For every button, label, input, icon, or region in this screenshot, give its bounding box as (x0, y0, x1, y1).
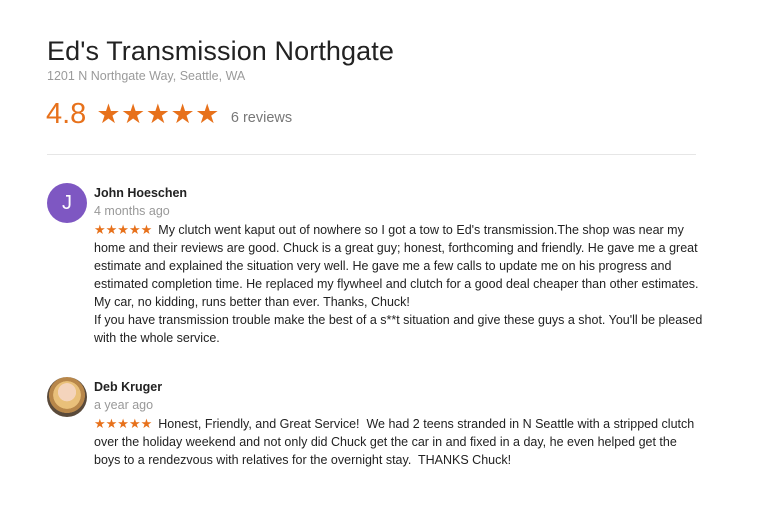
review-item: J John Hoeschen 4 months ago ★★★★★ My clu… (47, 183, 707, 363)
divider (47, 154, 696, 155)
review-stars-icon: ★★★★★ (94, 222, 153, 237)
business-name[interactable]: Ed's Transmission Northgate (47, 36, 394, 67)
avatar-letter: J (62, 191, 72, 214)
rating-value: 4.8 (46, 98, 87, 130)
review-time: a year ago (94, 398, 154, 412)
review-body: ★★★★★ Honest, Friendly, and Great Service… (94, 415, 704, 469)
reviews-page: Ed's Transmission Northgate 1201 N North… (0, 0, 769, 532)
review-text: Honest, Friendly, and Great Service! We … (94, 417, 698, 467)
avatar[interactable] (47, 377, 87, 417)
rating-stars-icon: ★★★★★ (96, 99, 220, 129)
review-stars-icon: ★★★★★ (94, 416, 153, 431)
reviewer-name[interactable]: John Hoeschen (94, 186, 187, 200)
avatar[interactable]: J (47, 183, 87, 223)
review-text: My clutch went kaput out of nowhere so I… (94, 223, 703, 345)
review-body: ★★★★★ My clutch went kaput out of nowhere… (94, 221, 704, 347)
review-count[interactable]: 6 reviews (231, 110, 292, 126)
rating-summary: 4.8 ★★★★★ 6 reviews (46, 98, 292, 131)
review-time: 4 months ago (94, 204, 170, 218)
business-address: 1201 N Northgate Way, Seattle, WA (47, 69, 246, 83)
review-item: Deb Kruger a year ago ★★★★★ Honest, Frien… (47, 377, 707, 477)
reviewer-name[interactable]: Deb Kruger (94, 380, 162, 394)
